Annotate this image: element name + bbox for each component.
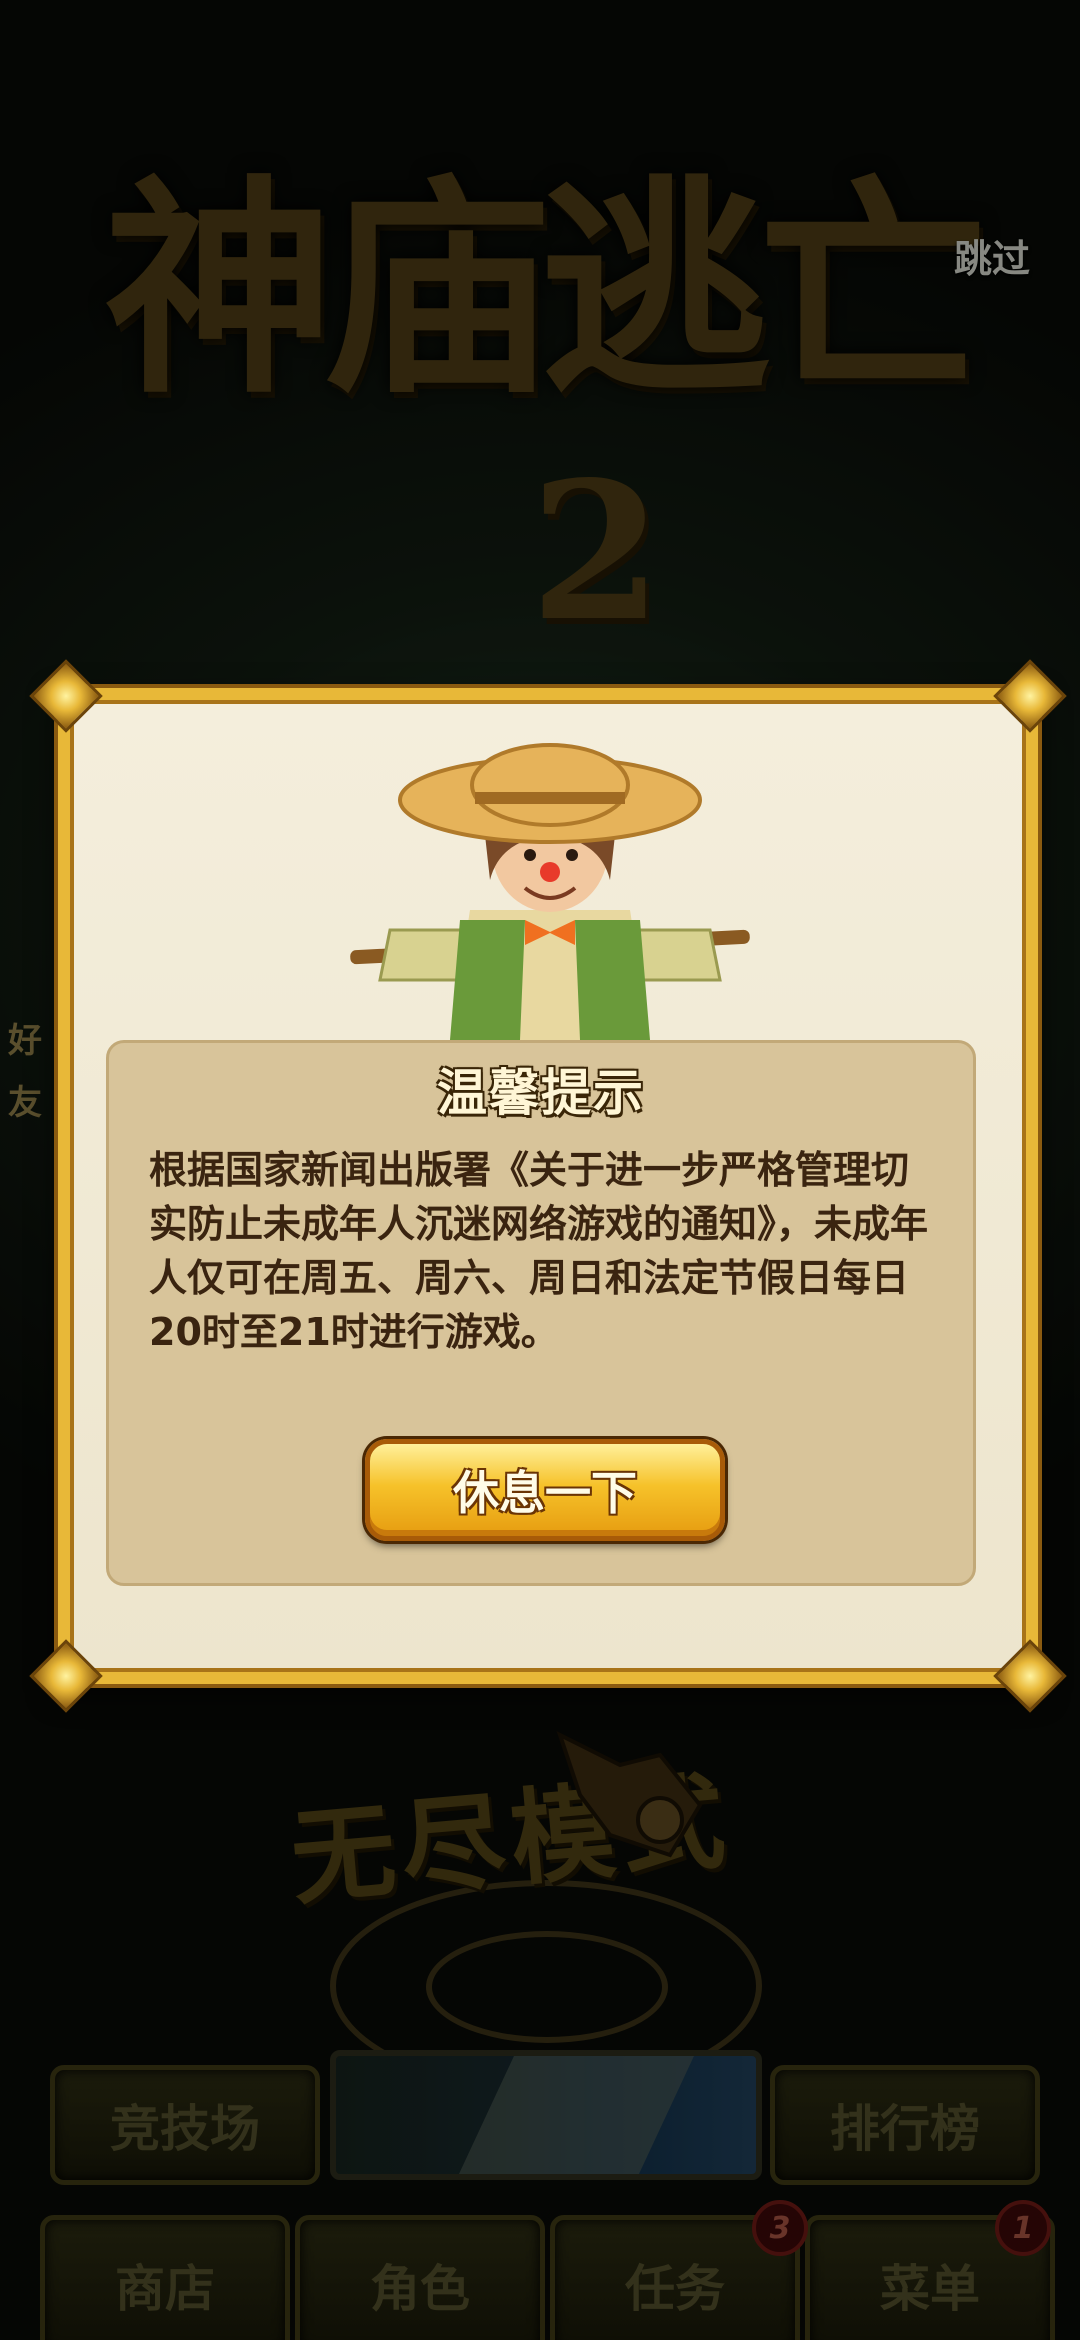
notice-panel: 温馨提示 根据国家新闻出版署《关于进一步严格管理切实防止未成年人沉迷网络游戏的通… [106, 1040, 976, 1586]
scarecrow-mascot-icon [350, 743, 750, 1040]
dialog-title: 温馨提示 [437, 1064, 645, 1122]
take-a-break-button[interactable]: 休息一下 [365, 1439, 725, 1541]
notice-dialog: 温馨提示 根据国家新闻出版署《关于进一步严格管理切实防止未成年人沉迷网络游戏的通… [29, 659, 1067, 1713]
notice-text: 根据国家新闻出版署《关于进一步严格管理切实防止未成年人沉迷网络游戏的通知》，未成… [149, 1148, 929, 1354]
take-a-break-label: 休息一下 [453, 1466, 637, 1520]
